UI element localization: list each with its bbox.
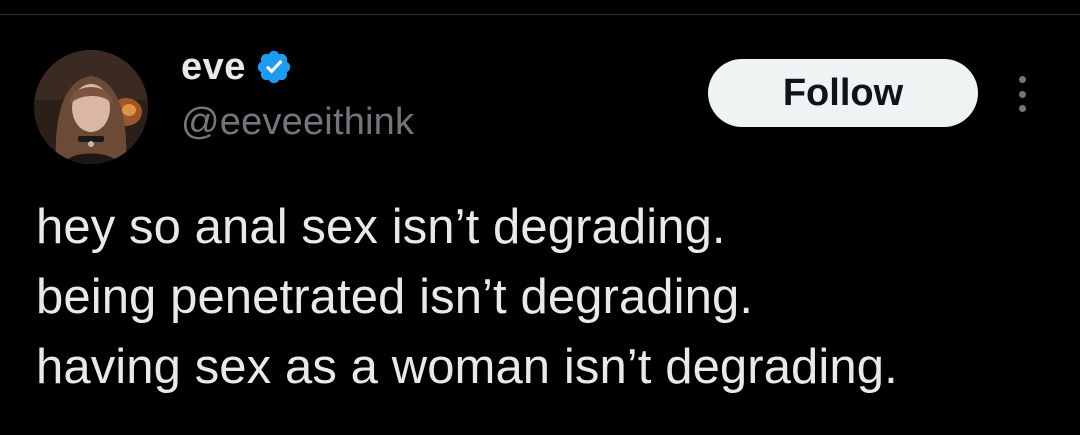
tweet-line: being penetrated isn’t degrading. [36, 270, 754, 324]
tweet-line: having sex as a woman isn’t degrading. [36, 340, 898, 394]
author-handle[interactable]: @eeveeithink [181, 101, 414, 144]
verified-badge-icon [255, 48, 293, 86]
more-dot [1018, 105, 1026, 112]
author-display-name[interactable]: eve [181, 46, 246, 89]
avatar[interactable] [34, 50, 148, 164]
tweet-line: hey so anal sex isn’t degrading. [36, 200, 726, 254]
author-name-row: eve [181, 45, 293, 89]
more-dot [1018, 90, 1026, 98]
more-vertical-icon[interactable] [1006, 72, 1038, 116]
top-divider [0, 14, 1080, 15]
more-dot [1018, 76, 1026, 83]
avatar-photo [34, 50, 148, 164]
follow-button[interactable]: Follow [708, 59, 978, 127]
tweet-text: hey so anal sex isn’t degrading. being p… [36, 192, 1056, 402]
